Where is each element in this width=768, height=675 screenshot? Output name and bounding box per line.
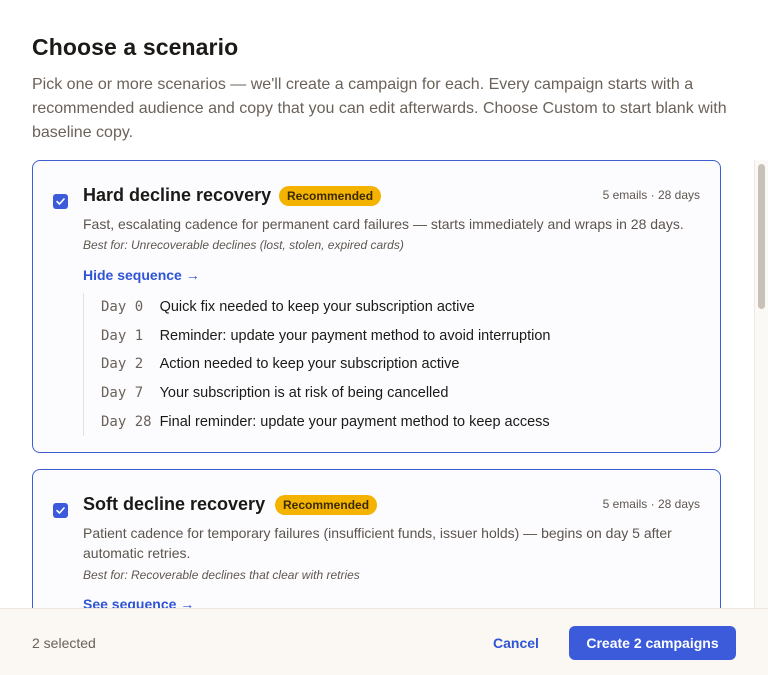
scenario-checkbox[interactable]: [53, 503, 68, 518]
sequence-subject: Quick fix needed to keep your subscripti…: [159, 299, 475, 316]
scenario-title: Hard decline recovery: [83, 185, 272, 205]
sequence-day: Day 28: [101, 413, 152, 430]
sequence-day: Day 1: [101, 327, 152, 344]
dialog-subtitle: Pick one or more scenarios — we'll creat…: [32, 76, 727, 141]
scrollbar-thumb[interactable]: [758, 164, 765, 309]
sequence-row: Day 7 Your subscription is at risk of be…: [101, 379, 643, 408]
sequence-day: Day 2: [101, 356, 152, 373]
sequence-row: Day 0 Quick fix needed to keep your subs…: [101, 293, 643, 322]
see-sequence-link[interactable]: See sequence →: [83, 596, 194, 608]
sequence-subject: Your subscription is at risk of being ca…: [159, 385, 449, 402]
dialog-footer: 2 selected Cancel Create 2 campaigns: [0, 608, 768, 675]
scenario-best-for: Best for: Recoverable declines that clea…: [83, 568, 360, 582]
sequence-row: Day 1 Reminder: update your payment meth…: [101, 322, 643, 351]
sequence-row: Day 28 Final reminder: update your payme…: [101, 407, 643, 436]
scenario-meta: 5 emails · 28 days: [602, 188, 700, 202]
scenario-description: Patient cadence for temporary failures (…: [83, 525, 672, 561]
selected-count: 2 selected: [32, 635, 96, 651]
scenario-list[interactable]: Hard decline recovery Recommended 5 emai…: [32, 160, 722, 608]
sequence-subject: Reminder: update your payment method to …: [159, 327, 551, 344]
sequence-day: Day 0: [101, 299, 152, 316]
scenario-card-hard-decline[interactable]: Hard decline recovery Recommended 5 emai…: [32, 160, 721, 453]
scenario-title: Soft decline recovery: [83, 494, 266, 514]
sequence-row: Day 2 Action needed to keep your subscri…: [101, 350, 643, 379]
recommended-badge: Recommended: [275, 495, 378, 515]
dialog-title: Choose a scenario: [32, 34, 239, 60]
scenario-meta: 5 emails · 28 days: [602, 497, 700, 511]
check-icon: [56, 198, 65, 205]
recommended-badge: Recommended: [279, 186, 382, 206]
scenario-checkbox[interactable]: [53, 194, 68, 209]
hide-sequence-link[interactable]: Hide sequence →: [83, 267, 200, 283]
choose-scenario-dialog: Choose a scenario Pick one or more scena…: [0, 0, 768, 675]
scenario-description: Fast, escalating cadence for permanent c…: [83, 216, 684, 232]
scenario-best-for: Best for: Unrecoverable declines (lost, …: [83, 238, 404, 252]
check-icon: [56, 507, 65, 514]
sequence-subject: Final reminder: update your payment meth…: [159, 413, 550, 430]
email-sequence: Day 0 Quick fix needed to keep your subs…: [83, 293, 643, 436]
cancel-button[interactable]: Cancel: [493, 635, 539, 651]
sequence-day: Day 7: [101, 385, 152, 402]
sequence-subject: Action needed to keep your subscription …: [159, 356, 460, 373]
scenario-card-soft-decline[interactable]: Soft decline recovery Recommended 5 emai…: [32, 469, 721, 608]
create-campaigns-button[interactable]: Create 2 campaigns: [569, 626, 736, 660]
